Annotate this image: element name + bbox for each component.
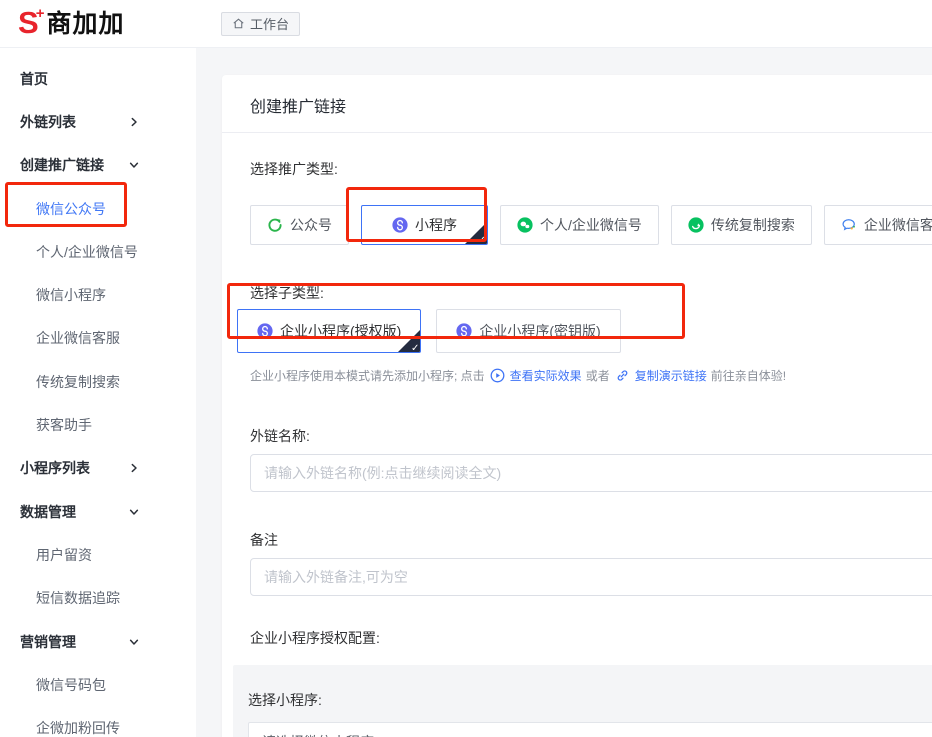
wechat-icon xyxy=(517,217,533,233)
sidebar-item-customer-acquisition-assistant[interactable]: 获客助手 xyxy=(0,403,196,446)
auth-config-label: 企业小程序授权配置: xyxy=(250,628,932,648)
promo-type-wecom-service-button[interactable]: 企业微信客服 xyxy=(824,205,932,245)
sidebar-item-data-management[interactable]: 数据管理 xyxy=(0,490,196,533)
miniprogram-icon xyxy=(392,217,408,233)
chevron-right-icon xyxy=(128,116,140,128)
select-miniprogram-label: 选择小程序: xyxy=(248,690,932,710)
promo-type-label-text: 企业微信客服 xyxy=(864,215,932,235)
subtype-help-tip: 企业小程序使用本模式请先添加小程序; 点击 查看实际效果 或者 xyxy=(250,367,932,384)
miniprogram-icon xyxy=(257,323,273,339)
sidebar-item-miniprogram-list[interactable]: 小程序列表 xyxy=(0,447,196,490)
sub-type-row: 企业小程序(授权版) ✓ 企业小程序(密钥版) xyxy=(237,309,932,353)
top-header: S + 商加加 工作台 xyxy=(0,0,932,48)
promo-type-official-account-button[interactable]: 公众号 xyxy=(250,205,349,245)
tip-text: 企业小程序使用本模式请先添加小程序; 点击 xyxy=(250,367,485,384)
subtype-label-text: 企业小程序(密钥版) xyxy=(479,321,600,341)
sidebar-item-personal-enterprise-wechat[interactable]: 个人/企业微信号 xyxy=(0,230,196,273)
link-name-label: 外链名称: xyxy=(250,426,932,446)
sidebar-item-marketing-management[interactable]: 营销管理 xyxy=(0,620,196,663)
chevron-down-icon xyxy=(128,506,140,518)
sidebar-item-wecom-fans-callback[interactable]: 企微加粉回传 xyxy=(0,706,196,737)
tip-text: 前往亲自体验! xyxy=(711,367,786,384)
promo-type-copy-search-button[interactable]: 传统复制搜索 xyxy=(671,205,812,245)
play-icon xyxy=(490,368,505,383)
miniprogram-select[interactable]: 请选择微信小程序 ▼ xyxy=(248,722,932,737)
sidebar-item-wechat-number-pack[interactable]: 微信号码包 xyxy=(0,663,196,706)
promo-type-label-text: 传统复制搜索 xyxy=(711,215,795,235)
workbench-button[interactable]: 工作台 xyxy=(221,12,300,36)
promo-type-label-text: 公众号 xyxy=(290,215,332,235)
link-icon xyxy=(615,368,630,383)
home-icon xyxy=(232,17,245,30)
subtype-enterprise-miniprogram-key-button[interactable]: 企业小程序(密钥版) xyxy=(436,309,620,353)
official-account-icon xyxy=(267,217,283,233)
copy-search-icon xyxy=(688,217,704,233)
remark-input[interactable] xyxy=(250,558,932,596)
chevron-down-icon xyxy=(128,159,140,171)
chevron-right-icon xyxy=(128,462,140,474)
check-icon: ✓ xyxy=(411,343,419,353)
remark-label: 备注 xyxy=(250,530,932,550)
link-name-input[interactable] xyxy=(250,454,932,492)
miniprogram-select-value: 请选择微信小程序 xyxy=(262,732,374,737)
promo-type-label-text: 小程序 xyxy=(415,215,457,235)
sidebar-item-wechat-official-account[interactable]: 微信公众号 xyxy=(0,187,196,230)
copy-demo-link[interactable]: 复制演示链接 xyxy=(635,367,707,384)
logo-brand-text: 商加加 xyxy=(46,8,124,40)
app-logo[interactable]: S + 商加加 xyxy=(0,8,196,40)
subtype-label-text: 企业小程序(授权版) xyxy=(280,321,401,341)
sidebar-item-home[interactable]: 首页 xyxy=(0,57,196,100)
sidebar-item-traditional-copy-search[interactable]: 传统复制搜索 xyxy=(0,360,196,403)
subtype-enterprise-miniprogram-auth-button[interactable]: 企业小程序(授权版) ✓ xyxy=(237,309,421,353)
chevron-down-icon xyxy=(128,636,140,648)
promo-type-label: 选择推广类型: xyxy=(250,159,932,179)
promo-type-personal-enterprise-wechat-button[interactable]: 个人/企业微信号 xyxy=(500,205,659,245)
check-icon: ✓ xyxy=(478,235,486,245)
logo-plus-mark: + xyxy=(36,8,45,20)
promo-type-row: 公众号 小程序 ✓ xyxy=(250,205,932,245)
wecom-icon xyxy=(841,217,857,233)
promo-type-miniprogram-button[interactable]: 小程序 ✓ xyxy=(361,205,488,245)
sub-type-label: 选择子类型: xyxy=(250,283,932,303)
view-actual-effect-link[interactable]: 查看实际效果 xyxy=(510,367,582,384)
miniprogram-icon xyxy=(456,323,472,339)
sidebar-item-wechat-miniprogram[interactable]: 微信小程序 xyxy=(0,273,196,316)
page-title: 创建推广链接 xyxy=(222,75,932,133)
auth-config-panel: 选择小程序: 请选择微信小程序 ▼ xyxy=(233,665,932,737)
tip-text: 或者 xyxy=(586,367,610,384)
sidebar-item-sms-data-tracking[interactable]: 短信数据追踪 xyxy=(0,577,196,620)
promo-type-label-text: 个人/企业微信号 xyxy=(540,215,642,235)
sidebar-item-link-list[interactable]: 外链列表 xyxy=(0,100,196,143)
workbench-label: 工作台 xyxy=(250,14,289,33)
sidebar-item-create-promo-link[interactable]: 创建推广链接 xyxy=(0,144,196,187)
sidebar-nav: 首页 外链列表 创建推广链接 微信公众号 个人/企业微信号 微信小程序 企业微信… xyxy=(0,48,196,737)
sidebar-item-wecom-customer-service[interactable]: 企业微信客服 xyxy=(0,317,196,360)
app-window: S + 商加加 工作台 首页 外链列表 创建推广链接 xyxy=(0,0,932,737)
sidebar-item-user-leads[interactable]: 用户留资 xyxy=(0,533,196,576)
create-promo-link-card: 创建推广链接 选择推广类型: 公众号 xyxy=(222,75,932,737)
